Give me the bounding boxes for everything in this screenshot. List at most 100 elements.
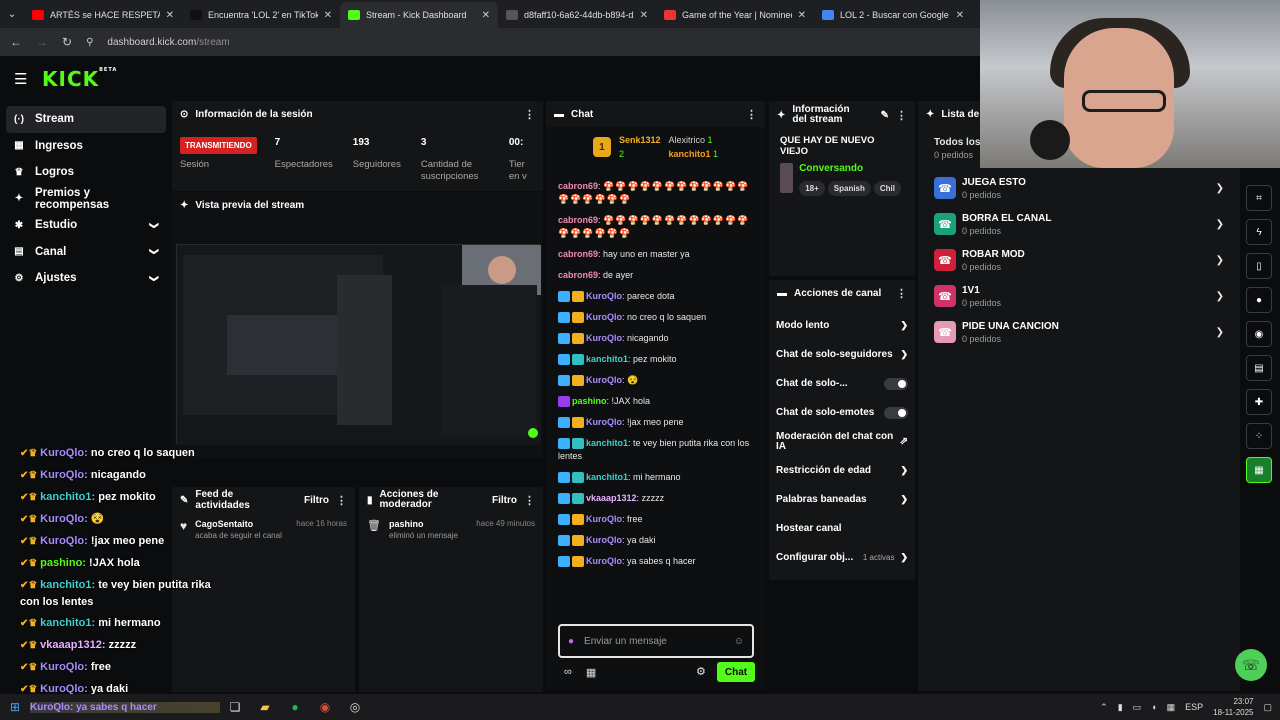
channel-action-9[interactable]: Configurar obj... 1 activas ❯ xyxy=(769,543,915,572)
sidebar-item-ingresos[interactable]: ▦ Ingresos xyxy=(6,133,166,160)
chat-username[interactable]: KuroQlo xyxy=(586,375,622,385)
store-icon[interactable]: ▦ xyxy=(586,666,596,679)
browser-tab[interactable]: d8faff10-6a62-44db-b894-d25 ✕ xyxy=(498,2,656,28)
channel-action-8[interactable]: Hostear canal xyxy=(769,514,915,543)
lightning-icon[interactable]: ϟ xyxy=(1246,219,1272,245)
chevron-right-icon[interactable]: ❯ xyxy=(1216,291,1224,302)
request-item[interactable]: ☎ PIDE UNA CANCION 0 pedidos ❯ xyxy=(918,314,1240,350)
back-icon[interactable]: ← xyxy=(10,35,22,49)
request-item[interactable]: ☎ ROBAR MOD 0 pedidos ❯ xyxy=(918,242,1240,278)
chat-username[interactable]: vkaaap1312 xyxy=(586,493,637,503)
tab-close-icon[interactable]: ✕ xyxy=(956,10,964,21)
language-indicator[interactable]: ESP xyxy=(1185,702,1203,712)
send-chat-button[interactable]: Chat xyxy=(717,662,755,682)
chat-username[interactable]: KuroQlo xyxy=(586,556,622,566)
tab-search-icon[interactable]: ⌄ xyxy=(0,0,24,28)
network-icon[interactable]: ▭ xyxy=(1133,702,1142,713)
chat-username[interactable]: cabron69 xyxy=(558,270,598,280)
volume-icon[interactable]: ◖ xyxy=(1151,702,1156,712)
sidebar-item-ajustes[interactable]: ⚙ Ajustes ❯ xyxy=(6,265,166,292)
clip-icon[interactable]: ▯ xyxy=(1246,253,1272,279)
site-info-icon[interactable]: ⚲ xyxy=(86,37,93,48)
gifter-name[interactable]: Alexitrico xyxy=(669,135,706,145)
more-options-icon[interactable]: ⋮ xyxy=(896,109,907,122)
chat-username[interactable]: cabron69 xyxy=(558,249,598,259)
filter-button[interactable]: Filtro xyxy=(304,495,329,506)
browser-tab[interactable]: Encuentra 'LOL 2' en TikTok | Bu ✕ xyxy=(182,2,340,28)
notifications-icon[interactable]: ▢ xyxy=(1263,702,1272,713)
more-options-icon[interactable]: ⋮ xyxy=(524,494,535,507)
task-view-icon[interactable]: ❏ xyxy=(220,696,250,718)
category-name[interactable]: Conversando xyxy=(799,163,904,174)
tab-close-icon[interactable]: ✕ xyxy=(324,10,332,21)
forward-icon[interactable]: → xyxy=(36,35,48,49)
request-item[interactable]: ☎ BORRA EL CANAL 0 pedidos ❯ xyxy=(918,206,1240,242)
chevron-down-icon[interactable]: ❯ xyxy=(149,248,160,256)
channel-action-3[interactable]: Chat de solo-... xyxy=(769,369,915,398)
browser-tab[interactable]: LOL 2 - Buscar con Google ✕ xyxy=(814,2,972,28)
channel-action-6[interactable]: Restricción de edad ❯ xyxy=(769,456,915,485)
more-options-icon[interactable]: ⋮ xyxy=(336,494,347,507)
clock[interactable]: 23:07 18-11-2025 xyxy=(1213,696,1253,718)
kick-logo[interactable]: KICKBETA xyxy=(42,67,117,91)
stream-tag[interactable]: 18+ xyxy=(799,181,825,196)
chat-input-field[interactable]: ● Enviar un mensaje ☺ xyxy=(558,624,754,658)
sidebar-item-stream[interactable]: (·) Stream xyxy=(6,106,166,133)
chat-bubble-icon[interactable]: ● xyxy=(1246,287,1272,313)
chat-username[interactable]: kanchito1 xyxy=(586,438,628,448)
more-options-icon[interactable]: ⋮ xyxy=(896,287,907,300)
channel-action-1[interactable]: Modo lento ❯ xyxy=(769,311,915,340)
chevron-right-icon[interactable]: ❯ xyxy=(1216,183,1224,194)
mic-icon[interactable]: ▮ xyxy=(1118,702,1123,713)
chevron-right-icon[interactable]: ❯ xyxy=(900,494,908,505)
request-item[interactable]: ☎ JUEGA ESTO 0 pedidos ❯ xyxy=(918,170,1240,206)
browser-tab[interactable]: ARTÉS se HACE RESPETAR frente ✕ xyxy=(24,2,182,28)
broadcast-icon[interactable]: ◉ xyxy=(1246,321,1272,347)
filter-button[interactable]: Filtro xyxy=(492,495,517,506)
chat-username[interactable]: pashino xyxy=(572,396,607,406)
edit-icon[interactable]: ✎ xyxy=(881,110,889,121)
channel-action-4[interactable]: Chat de solo-emotes xyxy=(769,398,915,427)
chat-username[interactable]: KuroQlo xyxy=(586,535,622,545)
stream-tag[interactable]: Spanish xyxy=(827,181,871,196)
browser-tab[interactable]: Game of the Year | Nominees | ✕ xyxy=(656,2,814,28)
chat-username[interactable]: kanchito1 xyxy=(586,472,628,482)
explorer-icon[interactable]: ▰ xyxy=(250,696,280,718)
chat-username[interactable]: KuroQlo xyxy=(586,291,622,301)
channel-action-7[interactable]: Palabras baneadas ❯ xyxy=(769,485,915,514)
tab-close-icon[interactable]: ✕ xyxy=(798,10,806,21)
sidebar-item-premios[interactable]: ✦ Premios y recompensas xyxy=(6,186,166,213)
chat-username[interactable]: KuroQlo xyxy=(586,333,622,343)
chat-username[interactable]: KuroQlo xyxy=(586,312,622,322)
more-options-icon[interactable]: ⋮ xyxy=(746,108,757,121)
request-item[interactable]: ☎ 1V1 0 pedidos ❯ xyxy=(918,278,1240,314)
browser-tab[interactable]: Stream - Kick Dashboard ✕ xyxy=(340,2,498,28)
layout-icon[interactable]: ▤ xyxy=(1246,355,1272,381)
chevron-right-icon[interactable]: ❯ xyxy=(900,349,908,360)
gifter-name[interactable]: kanchito1 xyxy=(669,149,711,159)
support-icon[interactable]: ☏ xyxy=(1235,649,1267,681)
sidebar-item-estudio[interactable]: ✱ Estudio ❯ xyxy=(6,212,166,239)
chevron-down-icon[interactable]: ❯ xyxy=(149,221,160,229)
clapper-icon[interactable]: ▦ xyxy=(1246,457,1272,483)
microphone-icon[interactable]: ● xyxy=(568,636,574,647)
stream-preview-video[interactable] xyxy=(176,244,541,445)
toggle-switch[interactable] xyxy=(884,377,908,390)
people-icon[interactable]: ⁘ xyxy=(1246,423,1272,449)
channel-action-2[interactable]: Chat de solo-seguidores ❯ xyxy=(769,340,915,369)
chevron-right-icon[interactable]: ❯ xyxy=(900,320,908,331)
chat-settings-icon[interactable]: ⚙ xyxy=(696,665,706,678)
channel-action-5[interactable]: Moderación del chat con IA ⇗ xyxy=(769,427,915,456)
keyboard-icon[interactable]: ▦ xyxy=(1167,702,1176,713)
chat-username[interactable]: kanchito1 xyxy=(586,354,628,364)
chevron-right-icon[interactable]: ❯ xyxy=(1216,255,1224,266)
chat-username[interactable]: KuroQlo xyxy=(586,417,622,427)
tab-close-icon[interactable]: ✕ xyxy=(640,10,648,21)
chat-username[interactable]: cabron69 xyxy=(558,215,598,225)
reload-icon[interactable]: ↻ xyxy=(62,35,72,49)
toggle-switch[interactable] xyxy=(884,406,908,419)
windows-start-icon[interactable]: ⊞ xyxy=(0,696,30,718)
chart-icon[interactable]: ⇗ xyxy=(900,436,908,447)
tray-expand-icon[interactable]: ⌃ xyxy=(1100,702,1108,713)
sidebar-item-canal[interactable]: ▤ Canal ❯ xyxy=(6,239,166,266)
